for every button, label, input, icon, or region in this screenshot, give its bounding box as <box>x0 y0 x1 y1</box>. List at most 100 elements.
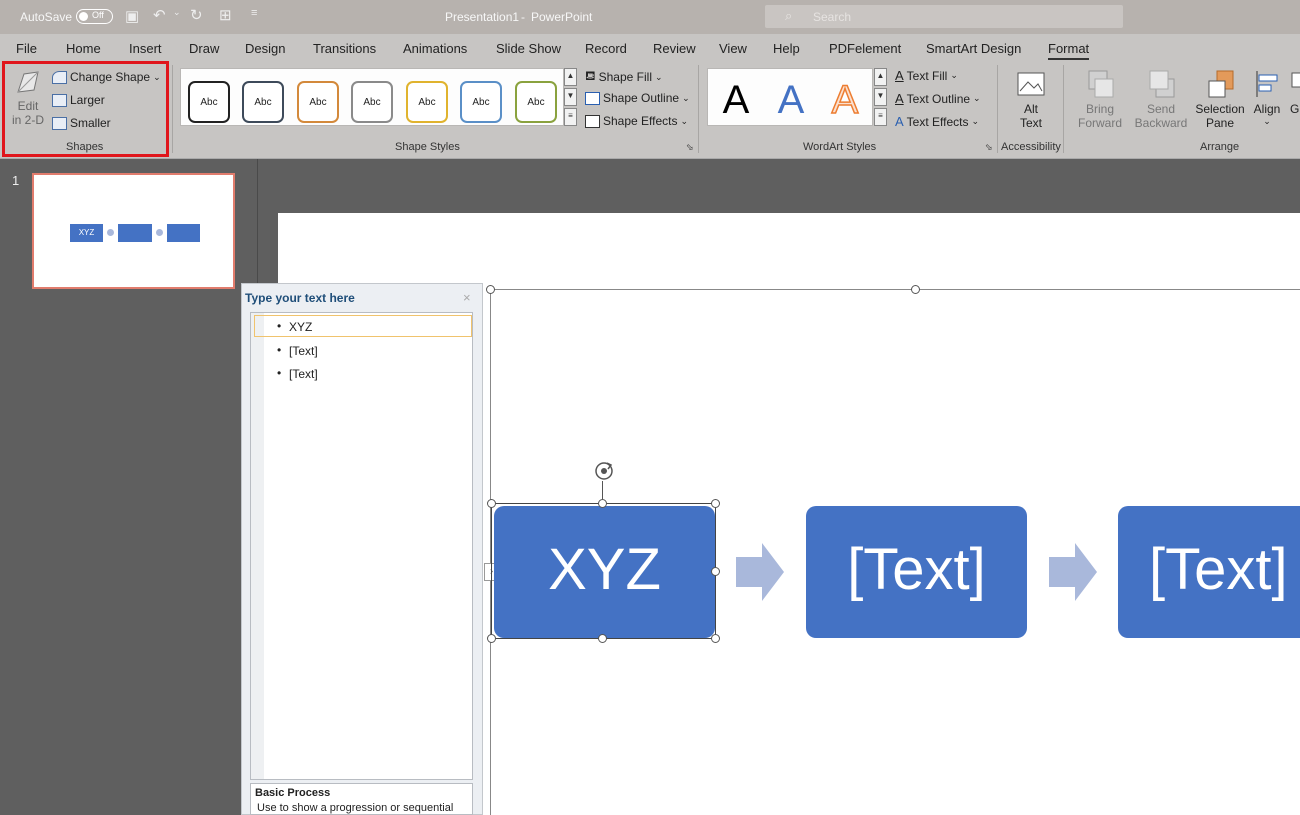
list-item[interactable]: [Text] <box>289 367 318 381</box>
tab-animations[interactable]: Animations <box>403 41 467 56</box>
tab-home[interactable]: Home <box>66 41 101 56</box>
redo-icon[interactable]: ↻ <box>190 6 203 24</box>
bring-forward-button[interactable]: Bring Forward <box>1072 69 1128 130</box>
ribbon-tabs: File Home Insert Draw Design Transitions… <box>0 34 1300 61</box>
gallery-more[interactable]: ≡ <box>564 108 577 126</box>
resize-handle[interactable] <box>486 285 495 294</box>
shape-style-3[interactable]: Abc <box>297 81 339 123</box>
align-button[interactable]: Align ⌄ <box>1250 69 1284 127</box>
divider <box>1063 65 1064 153</box>
resize-handle[interactable] <box>911 285 920 294</box>
thumb-box <box>118 224 152 242</box>
list-item[interactable]: [Text] <box>289 344 318 358</box>
selection-pane-label-1: Selection <box>1195 102 1245 116</box>
gallery-scroll-down[interactable]: ▼ <box>564 88 577 106</box>
accessibility-group-label: Accessibility <box>1001 141 1061 153</box>
wordart-scroll-down[interactable]: ▼ <box>874 88 887 106</box>
present-icon[interactable]: ⊞ <box>219 6 232 24</box>
autosave-toggle[interactable]: Off <box>76 9 113 24</box>
shape-style-7[interactable]: Abc <box>515 81 557 123</box>
dialog-launcher-icon[interactable]: ⬂ <box>985 142 993 153</box>
text-outline-icon: A <box>895 91 904 106</box>
shape-style-6[interactable]: Abc <box>460 81 502 123</box>
tab-view[interactable]: View <box>719 41 747 56</box>
resize-handle[interactable] <box>711 499 720 508</box>
shape-style-2[interactable]: Abc <box>242 81 284 123</box>
layout-name: Basic Process <box>255 787 331 799</box>
shape-styles-gallery: Abc Abc Abc Abc Abc Abc Abc <box>180 68 564 126</box>
text-fill-label: Text Fill <box>906 68 948 83</box>
tab-smartart-design[interactable]: SmartArt Design <box>926 41 1021 56</box>
tab-file[interactable]: File <box>16 41 37 56</box>
tab-insert[interactable]: Insert <box>129 41 162 56</box>
shape-style-1[interactable]: Abc <box>188 81 230 123</box>
text-pane-title: Type your text here <box>245 291 355 305</box>
wordart-style-2[interactable]: A <box>767 74 815 126</box>
gallery-scroll-up[interactable]: ▲ <box>564 68 577 86</box>
thumb-box <box>167 224 200 242</box>
shape-outline-button[interactable]: Shape Outline ⌄ <box>585 91 690 105</box>
dialog-launcher-icon[interactable]: ⬂ <box>686 142 694 153</box>
tab-pdfelement[interactable]: PDFelement <box>829 41 901 56</box>
undo-icon[interactable]: ↶ <box>153 6 166 24</box>
selection-pane-label-2: Pane <box>1205 116 1235 130</box>
shape-effects-button[interactable]: Shape Effects ⌄ <box>585 114 688 128</box>
tab-transitions[interactable]: Transitions <box>313 41 376 56</box>
text-pane-list[interactable]: • XYZ • [Text] • [Text] <box>250 312 473 780</box>
text-effects-button[interactable]: A Text Effects ⌄ <box>895 114 979 129</box>
selection-outline <box>491 503 716 639</box>
bring-forward-icon <box>1088 70 1114 98</box>
arrow-icon <box>1049 543 1097 601</box>
chevron-down-icon: ⌄ <box>680 115 689 126</box>
thumb-box: XYZ <box>70 224 103 242</box>
shape-fill-label: Shape Fill <box>598 70 652 84</box>
wordart-style-3[interactable]: A <box>821 74 869 126</box>
tab-slide-show[interactable]: Slide Show <box>496 41 561 56</box>
shape-effects-icon <box>585 114 600 128</box>
smartart-box-2[interactable]: [Text] <box>806 506 1027 638</box>
resize-handle[interactable] <box>711 634 720 643</box>
alt-text-button[interactable]: Alt Text <box>1010 71 1052 130</box>
list-gutter <box>251 313 264 779</box>
group-button[interactable]: G <box>1290 69 1300 116</box>
search-box[interactable]: ⌕ Search <box>765 5 1123 28</box>
selection-pane-icon <box>1208 70 1234 98</box>
close-icon[interactable]: × <box>463 290 471 305</box>
send-backward-button[interactable]: Send Backward <box>1130 69 1192 130</box>
wordart-style-1[interactable]: A <box>712 74 760 126</box>
wordart-scroll-up[interactable]: ▲ <box>874 68 887 86</box>
wordart-more[interactable]: ≡ <box>874 108 887 126</box>
shape-style-5[interactable]: Abc <box>406 81 448 123</box>
resize-handle[interactable] <box>598 634 607 643</box>
tab-format[interactable]: Format <box>1048 41 1090 60</box>
text-fill-button[interactable]: A Text Fill ⌄ <box>895 68 958 83</box>
tab-review[interactable]: Review <box>653 41 696 56</box>
tab-help[interactable]: Help <box>773 41 800 56</box>
customize-toolbar-icon[interactable]: ≡ <box>251 7 257 19</box>
tab-draw[interactable]: Draw <box>189 41 219 56</box>
tab-record[interactable]: Record <box>585 41 627 56</box>
save-icon[interactable]: ▣ <box>125 7 139 25</box>
text-outline-button[interactable]: A Text Outline ⌄ <box>895 91 981 106</box>
wordart-gallery: A A A <box>707 68 873 126</box>
resize-handle[interactable] <box>487 499 496 508</box>
slide-thumbnail[interactable]: XYZ <box>32 173 235 289</box>
list-item[interactable]: XYZ <box>289 320 312 334</box>
rotate-handle-icon[interactable] <box>593 460 615 482</box>
layout-description-text: Use to show a progression or sequential <box>257 802 454 814</box>
resize-handle[interactable] <box>598 499 607 508</box>
slide-number: 1 <box>12 173 20 188</box>
resize-handle[interactable] <box>711 567 720 576</box>
shape-fill-button[interactable]: ⛾ Shape Fill ⌄ <box>585 68 663 86</box>
autosave-toggle-label: Off <box>92 10 104 20</box>
smartart-box-3[interactable]: [Text] <box>1118 506 1300 638</box>
shape-style-4[interactable]: Abc <box>351 81 393 123</box>
undo-dropdown-icon[interactable]: ⌄ <box>173 7 181 18</box>
selection-pane-button[interactable]: Selection Pane <box>1194 69 1246 130</box>
shape-outline-label: Shape Outline <box>603 91 680 105</box>
search-placeholder: Search <box>813 10 852 24</box>
tab-design[interactable]: Design <box>245 41 285 56</box>
resize-handle[interactable] <box>487 634 496 643</box>
shape-styles-group-label: Shape Styles <box>395 141 460 153</box>
paint-bucket-icon: ⛾ <box>585 68 596 83</box>
